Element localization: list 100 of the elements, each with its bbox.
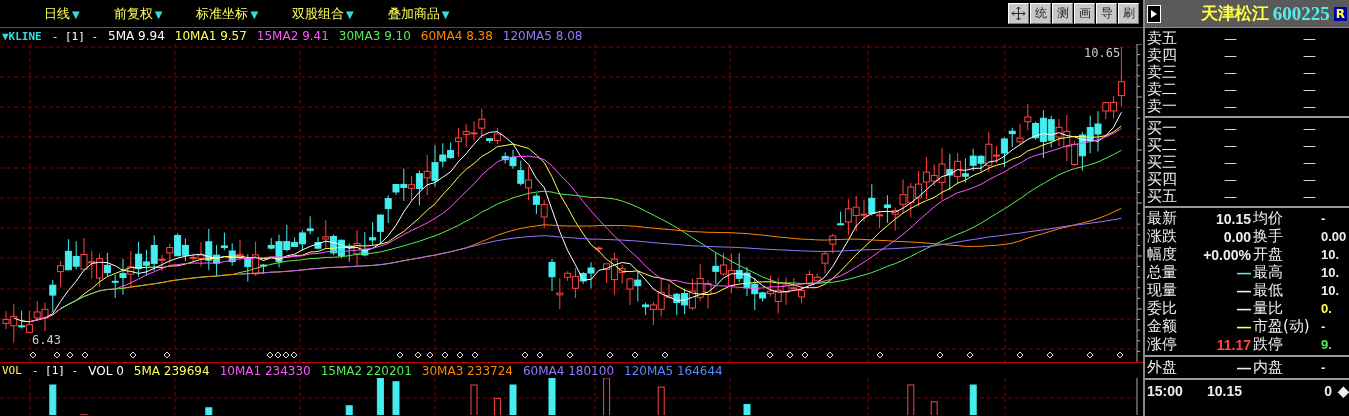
quote-label: 换手 xyxy=(1253,227,1284,246)
move-icon xyxy=(1011,6,1026,21)
quote-label: 最低 xyxy=(1253,281,1284,300)
order-volume: — xyxy=(1302,31,1317,46)
order-level-label: 买二 xyxy=(1147,136,1178,155)
quote-value: 9. xyxy=(1321,337,1333,352)
tick-mark: ◆ xyxy=(1338,383,1349,399)
order-volume: — xyxy=(1302,172,1317,187)
indicator-name: VOL xyxy=(2,364,22,377)
order-level-label: 卖四 xyxy=(1147,46,1178,64)
order-price: — xyxy=(1223,172,1238,187)
quote-label: 涨停 xyxy=(1147,335,1178,354)
panel-toggle-button[interactable] xyxy=(1147,4,1161,23)
price-label: 10.65 xyxy=(1084,46,1121,60)
stock-badge: R xyxy=(1333,6,1347,21)
quote-label: 最高 xyxy=(1253,263,1284,282)
menu-dropdown[interactable]: 双股组合▼ xyxy=(292,4,354,23)
quote-value: — xyxy=(1236,359,1252,376)
quote-label: 最新 xyxy=(1147,209,1178,228)
order-price: — xyxy=(1223,31,1238,46)
quote-label: 均价 xyxy=(1253,209,1284,228)
average-label: 30MA3 9.10 xyxy=(338,29,411,43)
order-level-label: 买五 xyxy=(1147,187,1178,206)
order-price: — xyxy=(1223,121,1238,136)
quote-value: - xyxy=(1321,319,1327,334)
quote-value: — xyxy=(1236,300,1252,317)
order-volume: — xyxy=(1302,121,1317,136)
menu-dropdown[interactable]: 标准坐标▼ xyxy=(196,4,259,23)
average-label: 10MA1 9.57 xyxy=(174,29,247,43)
order-level-label: 买一 xyxy=(1147,119,1178,138)
order-level-label: 买四 xyxy=(1147,170,1178,189)
toolbar-button[interactable]: 统 xyxy=(1030,3,1051,24)
average-label: 10MA1 234330 xyxy=(219,363,311,378)
tick-time: 15:00 xyxy=(1147,383,1184,399)
tick-volume: 0 xyxy=(1323,383,1333,399)
toolbar-button[interactable]: 导 xyxy=(1096,3,1117,24)
average-label: 15MA2 220201 xyxy=(320,363,412,378)
indicator-params: - [1] - xyxy=(31,364,79,377)
quote-label: 市盈(动) xyxy=(1253,317,1311,336)
quote-value: 0.00 xyxy=(1321,229,1348,244)
menu-dropdown[interactable]: 日线▼ xyxy=(44,4,80,23)
order-level-label: 卖一 xyxy=(1147,97,1178,116)
price-label: 6.43 xyxy=(32,333,61,347)
quote-value: 0.00 xyxy=(1222,228,1252,245)
quote-value: - xyxy=(1321,360,1327,375)
order-price: — xyxy=(1223,138,1238,153)
quote-value: 10. xyxy=(1321,265,1341,280)
quote-value: 10.15 xyxy=(1214,210,1252,227)
quote-value: 11.17 xyxy=(1215,336,1252,353)
indicator-params: - [1] - xyxy=(51,29,99,43)
quote-label: 总量 xyxy=(1147,263,1178,282)
order-volume: — xyxy=(1302,138,1317,153)
average-label: 5MA 9.94 xyxy=(108,29,165,43)
toolbar-button[interactable]: 画 xyxy=(1074,3,1095,24)
quote-label: 外盘 xyxy=(1147,358,1178,377)
order-price: — xyxy=(1223,82,1238,97)
average-label: 120MA5 164644 xyxy=(624,363,723,378)
order-level-label: 卖五 xyxy=(1147,29,1178,47)
tick-price: 10.15 xyxy=(1207,383,1244,399)
order-volume: — xyxy=(1302,155,1317,170)
order-level-label: 卖三 xyxy=(1147,63,1178,81)
toolbar-button[interactable]: 测 xyxy=(1052,3,1073,24)
order-price: — xyxy=(1223,99,1238,114)
toolbar-button[interactable]: 刷 xyxy=(1118,3,1139,24)
menu-dropdown[interactable]: 叠加商品▼ xyxy=(387,4,450,23)
order-price: — xyxy=(1223,65,1238,80)
quote-value: 10. xyxy=(1321,283,1341,298)
average-label: 5MA 239694 xyxy=(133,363,210,378)
indicator-name: ▼KLINE xyxy=(2,29,42,43)
order-volume: — xyxy=(1302,82,1317,97)
quote-label: 内盘 xyxy=(1253,358,1284,377)
average-label: 60MA4 180100 xyxy=(522,363,614,378)
stock-name: 天津松江 xyxy=(1200,3,1269,25)
quote-value: — xyxy=(1236,264,1252,281)
quote-value: 0. xyxy=(1321,301,1333,316)
stock-code: 600225 xyxy=(1272,2,1330,25)
average-label: 30MA3 233724 xyxy=(421,363,513,378)
order-level-label: 卖二 xyxy=(1147,80,1178,98)
menu-dropdown[interactable]: 前复权▼ xyxy=(113,4,163,23)
average-label: 15MA2 9.41 xyxy=(256,29,329,43)
quote-label: 涨跌 xyxy=(1147,227,1178,246)
average-label: VOL 0 xyxy=(88,363,124,378)
quote-label: 现量 xyxy=(1147,281,1178,300)
quote-label: 委比 xyxy=(1147,299,1178,318)
order-level-label: 买三 xyxy=(1147,153,1178,172)
quote-value: — xyxy=(1236,318,1252,335)
quote-value: +0.00% xyxy=(1202,246,1252,263)
order-volume: — xyxy=(1302,99,1317,114)
quote-label: 量比 xyxy=(1253,299,1284,318)
average-label: 120MA5 8.08 xyxy=(502,29,583,43)
triangle-icon xyxy=(1151,9,1157,18)
quote-value: - xyxy=(1321,211,1327,226)
order-volume: — xyxy=(1302,189,1317,204)
quote-label: 跌停 xyxy=(1253,335,1284,354)
pan-button[interactable] xyxy=(1008,3,1029,24)
order-volume: — xyxy=(1302,48,1317,63)
order-price: — xyxy=(1223,155,1238,170)
quote-label: 开盘 xyxy=(1253,245,1284,264)
quote-label: 幅度 xyxy=(1147,245,1178,264)
order-price: — xyxy=(1223,189,1238,204)
